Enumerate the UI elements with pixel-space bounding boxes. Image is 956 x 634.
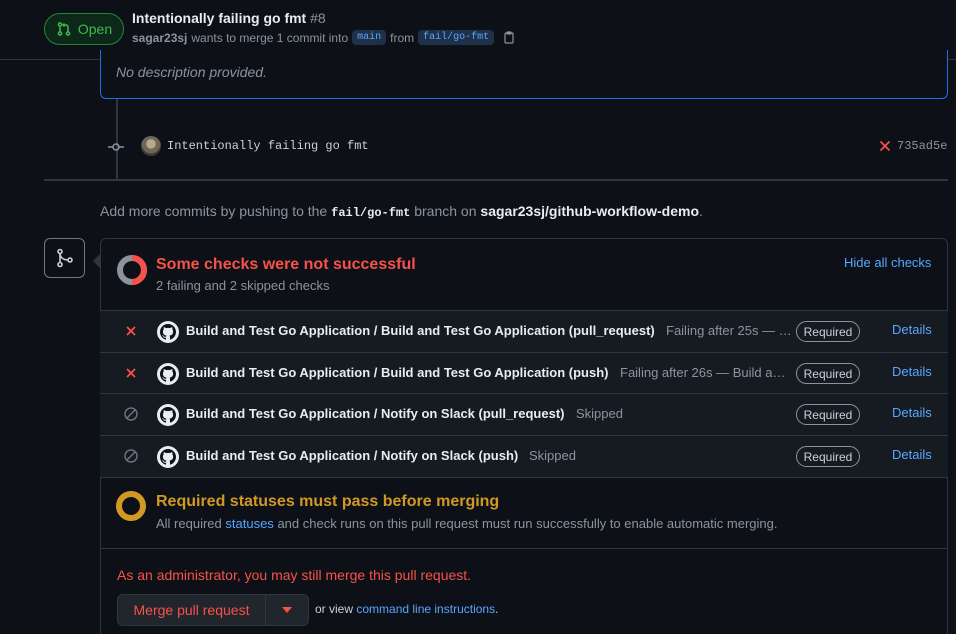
required-statuses-title: Required statuses must pass before mergi… <box>156 493 500 510</box>
check-details-link[interactable]: Details <box>892 364 932 379</box>
required-badge: Required <box>796 446 860 467</box>
description-text: No description provided. <box>116 64 267 80</box>
required-badge: Required <box>796 363 860 384</box>
pr-title-text: Intentionally failing go fmt <box>132 10 307 26</box>
statuses-link[interactable]: statuses <box>225 516 273 531</box>
pr-state-label: Open <box>77 21 113 37</box>
github-logo-icon <box>157 446 179 468</box>
check-row: Build and Test Go Application / Notify o… <box>100 393 948 435</box>
check-description: Failing after 25s — Build and Test Go Ap… <box>666 323 792 338</box>
check-name: Build and Test Go Application / Build an… <box>186 365 609 380</box>
x-icon <box>126 368 136 378</box>
check-row: Build and Test Go Application / Build an… <box>100 352 948 394</box>
check-details-link[interactable]: Details <box>892 322 932 337</box>
required-statuses-prefix: All required <box>156 516 222 531</box>
hide-all-checks-link[interactable]: Hide all checks <box>844 255 931 270</box>
push-hint-middle: branch on <box>414 203 477 219</box>
pr-author[interactable]: sagar23sj <box>132 31 187 45</box>
check-row: Build and Test Go Application / Notify o… <box>100 435 948 477</box>
pull-request-icon <box>57 22 71 36</box>
commit-message[interactable]: Intentionally failing go fmt <box>167 139 369 153</box>
required-statuses-suffix: and check runs on this pull request must… <box>277 516 778 531</box>
required-statuses-section <box>100 477 948 549</box>
triangle-down-icon <box>282 607 292 613</box>
commit-icon <box>108 143 124 151</box>
push-hint-repo: sagar23sj/github-workflow-demo <box>480 203 699 219</box>
check-row: Build and Test Go Application / Build an… <box>100 310 948 352</box>
pending-status-icon <box>116 491 146 521</box>
github-logo-icon <box>157 321 179 343</box>
command-line-instructions-link[interactable]: command line instructions <box>356 602 495 616</box>
pr-state-badge: Open <box>44 13 124 45</box>
timeline-divider <box>44 179 948 181</box>
cli-hint-prefix: or view <box>315 602 354 616</box>
check-description: Skipped <box>529 448 576 463</box>
head-branch[interactable]: fail/go-fmt <box>418 30 495 45</box>
push-hint-prefix: Add more commits by pushing to the <box>100 203 328 219</box>
x-icon <box>126 326 136 336</box>
pr-from-text: from <box>390 30 415 45</box>
x-icon[interactable] <box>878 139 892 153</box>
merge-button-group: Merge pull request <box>117 594 309 626</box>
cli-hint-suffix: . <box>495 602 499 616</box>
github-logo-icon <box>157 363 179 385</box>
skipped-icon <box>124 407 138 421</box>
pr-merge-text: wants to merge 1 commit into <box>191 30 349 45</box>
commit-sha[interactable]: 735ad5e <box>897 139 947 153</box>
admin-merge-note: As an administrator, you may still merge… <box>117 567 472 583</box>
check-name: Build and Test Go Application / Notify o… <box>186 448 519 463</box>
required-badge: Required <box>796 321 860 342</box>
pr-number: #8 <box>310 10 326 26</box>
checks-summary-subtitle: 2 failing and 2 skipped checks <box>156 278 330 293</box>
check-name: Build and Test Go Application / Build an… <box>186 323 655 338</box>
pr-meta: sagar23sj wants to merge 1 commit into m… <box>132 30 516 45</box>
copy-icon[interactable] <box>502 30 516 45</box>
required-statuses-text: All required statuses and check runs on … <box>156 516 777 531</box>
github-logo-icon <box>157 404 179 426</box>
check-details-link[interactable]: Details <box>892 405 932 420</box>
check-name: Build and Test Go Application / Notify o… <box>186 406 565 421</box>
required-badge: Required <box>796 404 860 425</box>
check-description: Skipped <box>576 406 623 421</box>
check-description: Failing after 26s — Build and Test Go Ap… <box>620 365 792 380</box>
pr-title: Intentionally failing go fmt #8 <box>132 10 326 26</box>
check-details-link[interactable]: Details <box>892 447 932 462</box>
commit-author-avatar[interactable] <box>141 136 161 156</box>
push-hint-suffix: . <box>699 203 703 219</box>
checks-summary-donut-icon <box>117 255 147 285</box>
git-merge-icon <box>56 248 73 268</box>
checks-summary-title: Some checks were not successful <box>156 256 416 273</box>
merge-pull-request-button[interactable]: Merge pull request <box>118 595 266 625</box>
merge-status-icon-box <box>44 238 85 278</box>
push-hint: Add more commits by pushing to the fail/… <box>100 203 703 220</box>
skipped-icon <box>124 449 138 463</box>
push-hint-branch: fail/go-fmt <box>331 206 411 220</box>
cli-hint: or view command line instructions. <box>315 602 498 616</box>
base-branch[interactable]: main <box>352 30 387 45</box>
merge-method-dropdown-button[interactable] <box>266 595 308 625</box>
